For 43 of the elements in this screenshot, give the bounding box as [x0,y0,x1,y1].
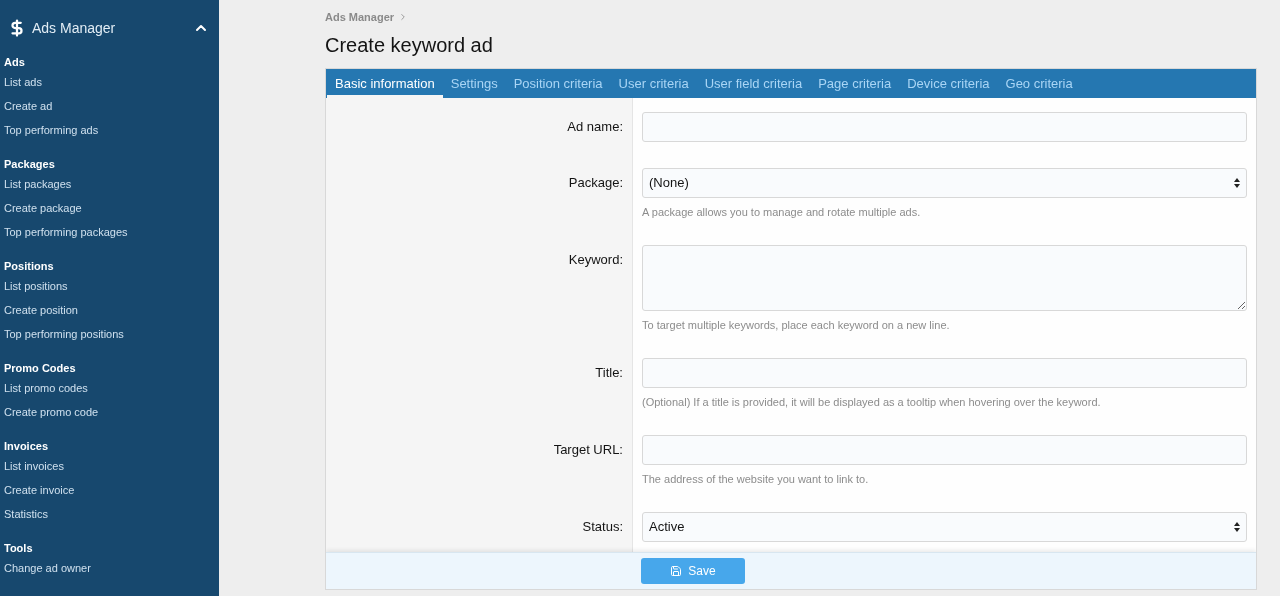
sidebar-link[interactable]: Create invoice [4,483,75,497]
field-label: Target URL: [553,441,623,459]
page-title: Create keyword ad [325,33,494,58]
sidebar-link[interactable]: Create package [4,201,82,215]
sidebar-link[interactable]: Statistics [4,507,48,521]
sidebar-link[interactable]: List promo codes [4,381,88,395]
dollar-icon [8,19,26,37]
field-hint: To target multiple keywords, place each keyword on a new line. [642,319,951,332]
sidebar-link[interactable]: Top performing packages [4,225,128,239]
field-hint: A package allows you to manage and rotate multiple ads. [642,206,922,219]
input-field[interactable] [642,112,1247,142]
section-heading: Positions [4,259,55,273]
save-icon [670,565,683,577]
sidebar-link[interactable]: Change ad owner [4,561,91,575]
section-heading: Invoices [4,439,50,453]
sidebar-link[interactable]: Create promo code [4,405,99,419]
keyword-textarea[interactable] [642,245,1247,311]
section-heading: Packages [4,157,56,171]
sidebar-title[interactable]: Ads Manager [32,17,187,39]
sidebar-link[interactable]: List invoices [4,459,64,473]
sidebar-link[interactable]: List packages [4,177,72,191]
field-hint: The address of the website you want to link to. [642,473,870,486]
sidebar-link[interactable]: Top performing positions [4,327,124,341]
field-label: Status: [582,518,623,536]
sort-arrows-icon [1234,522,1240,532]
field-label: Title: [595,364,623,382]
input-field[interactable] [642,358,1247,388]
input-field[interactable] [642,435,1247,465]
field-hint: (Optional) If a title is provided, it will be displayed as a tooltip when hovering over the keyword. [642,396,1102,409]
sidebar-link[interactable]: List ads [4,75,42,89]
field-label: Ad name: [567,118,623,136]
select-field[interactable]: (None) [642,168,1247,198]
sidebar-link[interactable]: Top performing ads [4,123,99,137]
field-label: Keyword: [568,251,623,269]
field-label: Package: [568,174,623,192]
section-heading: Ads [4,55,26,69]
sidebar-link[interactable]: List positions [4,279,68,293]
sort-arrows-icon [1234,178,1240,188]
sidebar-link[interactable]: Create position [4,303,78,317]
section-heading: Tools [4,541,34,555]
select-field[interactable]: Active [642,512,1247,542]
section-heading: Promo Codes [4,361,77,375]
sidebar-link[interactable]: Create ad [4,99,53,113]
